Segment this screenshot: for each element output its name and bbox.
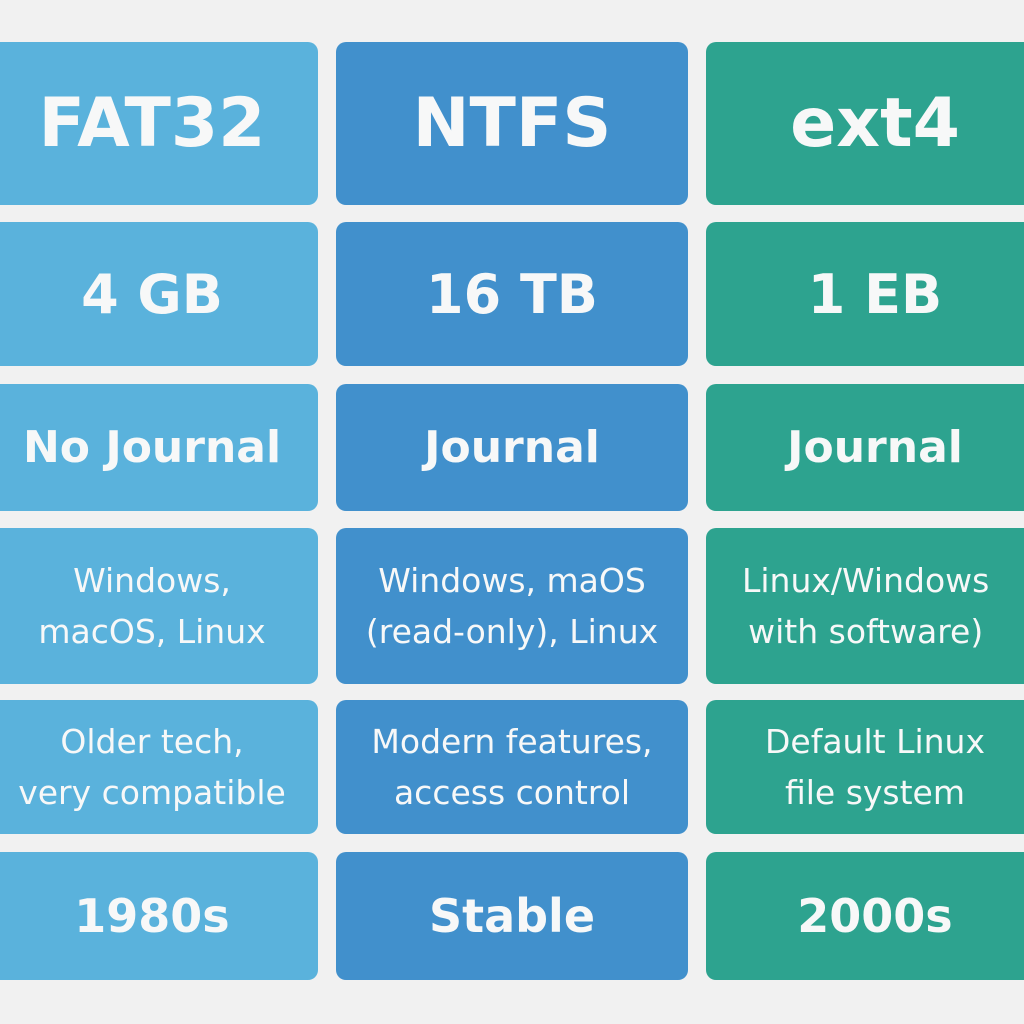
ext4-max-size: 1 EB [706, 222, 1024, 366]
ntfs-notes: Modern features, access control [336, 700, 688, 834]
fat32-notes: Older tech, very compatible [0, 700, 318, 834]
fat32-era: 1980s [0, 852, 318, 980]
fat32-max-size: 4 GB [0, 222, 318, 366]
ext4-compatibility: Linux/Windows with software) [706, 528, 1024, 684]
ext4-era: 2000s [706, 852, 1024, 980]
fat32-header: FAT32 [0, 42, 318, 205]
ext4-notes: Default Linux file system [706, 700, 1024, 834]
ntfs-era: Stable [336, 852, 688, 980]
ext4-header: ext4 [706, 42, 1024, 205]
ntfs-journal: Journal [336, 384, 688, 511]
fat32-journal: No Journal [0, 384, 318, 511]
ntfs-compatibility: Windows, maOS (read-only), Linux [336, 528, 688, 684]
fat32-compatibility: Windows, macOS, Linux [0, 528, 318, 684]
ntfs-header: NTFS [336, 42, 688, 205]
ext4-journal: Journal [706, 384, 1024, 511]
ntfs-max-size: 16 TB [336, 222, 688, 366]
